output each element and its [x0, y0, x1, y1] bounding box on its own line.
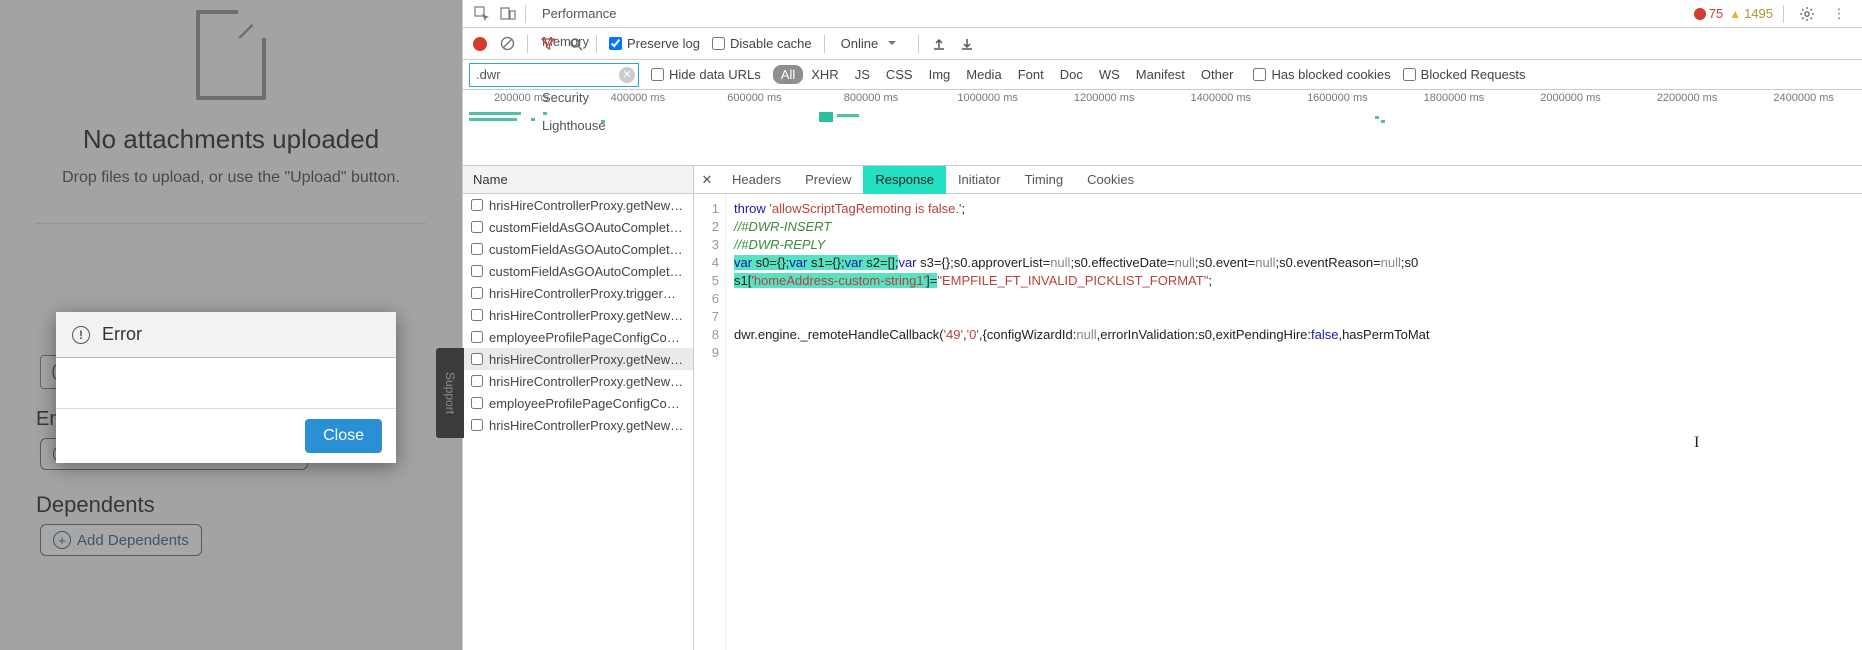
- timeline-tick: 1400000 ms: [1162, 92, 1279, 104]
- timeline-tick: 1600000 ms: [1279, 92, 1396, 104]
- filter-input[interactable]: [469, 63, 639, 87]
- filter-pill-ws[interactable]: WS: [1091, 65, 1128, 84]
- devtools-tabbar: ElementsConsoleSourcesNetworkPerformance…: [463, 0, 1862, 28]
- detail-tab-timing[interactable]: Timing: [1013, 166, 1076, 194]
- close-button[interactable]: Close: [305, 419, 382, 453]
- request-row[interactable]: hrisHireControllerProxy.triggerRul...: [463, 282, 693, 304]
- timeline-tick: 2000000 ms: [1512, 92, 1629, 104]
- add-dependents-button[interactable]: + Add Dependents: [40, 524, 202, 556]
- timeline-tick: 1200000 ms: [1046, 92, 1163, 104]
- filter-pill-doc[interactable]: Doc: [1052, 65, 1091, 84]
- devtools-panel: ElementsConsoleSourcesNetworkPerformance…: [462, 0, 1862, 650]
- search-icon[interactable]: [568, 36, 584, 52]
- timeline-tick: 800000 ms: [813, 92, 930, 104]
- add-dependents-label: Add Dependents: [77, 532, 189, 549]
- request-row[interactable]: customFieldAsGOAutoCompleteC...: [463, 260, 693, 282]
- network-toolbar: Preserve log Disable cache Online: [463, 28, 1862, 60]
- support-tab[interactable]: Support: [436, 348, 464, 438]
- network-filter-bar: ✕ Hide data URLs AllXHRJSCSSImgMediaFont…: [463, 60, 1862, 90]
- section-dependents-heading: Dependents: [36, 492, 155, 518]
- clear-icon[interactable]: [499, 36, 515, 52]
- plus-icon: +: [53, 531, 71, 549]
- request-row[interactable]: employeeProfilePageConfigContr...: [463, 326, 693, 348]
- filter-icon[interactable]: [540, 36, 556, 52]
- filter-pill-js[interactable]: JS: [847, 65, 878, 84]
- blocked-requests-checkbox[interactable]: Blocked Requests: [1403, 67, 1526, 82]
- detail-tab-response[interactable]: Response: [863, 166, 946, 194]
- filter-pill-all[interactable]: All: [773, 65, 803, 84]
- close-detail-icon[interactable]: ✕: [694, 172, 720, 188]
- filter-pill-manifest[interactable]: Manifest: [1128, 65, 1193, 84]
- clear-filter-icon[interactable]: ✕: [619, 67, 635, 83]
- request-row[interactable]: hrisHireControllerProxy.getNewPa...: [463, 348, 693, 370]
- request-row[interactable]: customFieldAsGOAutoCompleteC...: [463, 238, 693, 260]
- has-blocked-cookies-checkbox[interactable]: Has blocked cookies: [1253, 67, 1390, 82]
- hide-data-urls-checkbox[interactable]: Hide data URLs: [651, 67, 761, 82]
- devtools-tab-performance[interactable]: Performance: [530, 0, 628, 28]
- timeline-tick: 600000 ms: [696, 92, 813, 104]
- filter-pill-font[interactable]: Font: [1010, 65, 1052, 84]
- filter-pill-xhr[interactable]: XHR: [803, 65, 846, 84]
- request-list-header[interactable]: Name: [463, 166, 693, 194]
- request-row[interactable]: hrisHireControllerProxy.getNewPa...: [463, 370, 693, 392]
- disable-cache-checkbox[interactable]: Disable cache: [712, 36, 812, 51]
- filter-pill-css[interactable]: CSS: [878, 65, 921, 84]
- throttling-select[interactable]: Online: [841, 36, 907, 51]
- request-list: Name hrisHireControllerProxy.getNewPa...…: [463, 166, 694, 650]
- device-toolbar-icon[interactable]: [495, 0, 521, 28]
- record-button[interactable]: [473, 37, 487, 51]
- application-panel: No attachments uploaded Drop files to up…: [0, 0, 462, 650]
- detail-tab-preview[interactable]: Preview: [793, 166, 863, 194]
- timeline-tick: 1000000 ms: [929, 92, 1046, 104]
- timeline-tick: 400000 ms: [580, 92, 697, 104]
- detail-tab-headers[interactable]: Headers: [720, 166, 793, 194]
- modal-title: Error: [102, 324, 142, 345]
- warning-count-badge[interactable]: 1495: [1729, 6, 1773, 21]
- request-detail: ✕ HeadersPreviewResponseInitiatorTimingC…: [694, 166, 1862, 650]
- preserve-log-checkbox[interactable]: Preserve log: [609, 36, 700, 51]
- request-row[interactable]: hrisHireControllerProxy.getNewPa...: [463, 194, 693, 216]
- filter-pill-img[interactable]: Img: [921, 65, 959, 84]
- no-attachments-heading: No attachments uploaded: [36, 124, 426, 155]
- drop-hint-text: Drop files to upload, or use the "Upload…: [36, 167, 426, 189]
- error-modal: ! Error Close: [56, 312, 396, 463]
- detail-tab-initiator[interactable]: Initiator: [946, 166, 1013, 194]
- request-row[interactable]: hrisHireControllerProxy.getNewPa...: [463, 304, 693, 326]
- upload-icon[interactable]: [931, 36, 947, 52]
- timeline-tick: 200000 ms: [463, 92, 580, 104]
- timeline-tick: 1800000 ms: [1396, 92, 1513, 104]
- inspect-element-icon[interactable]: [469, 0, 495, 28]
- line-gutter: 1 2 3 4 5 6 7 8 9: [694, 194, 726, 650]
- request-row[interactable]: hrisHireControllerProxy.getNewPa...: [463, 414, 693, 436]
- request-row[interactable]: customFieldAsGOAutoCompleteC...: [463, 216, 693, 238]
- file-icon: [196, 10, 266, 100]
- filter-pill-media[interactable]: Media: [958, 65, 1009, 84]
- response-body[interactable]: throw 'allowScriptTagRemoting is false.'…: [726, 194, 1430, 650]
- timeline-tick: 2400000 ms: [1745, 92, 1862, 104]
- filter-pill-other[interactable]: Other: [1193, 65, 1242, 84]
- gear-icon[interactable]: [1794, 0, 1820, 28]
- download-icon[interactable]: [959, 36, 975, 52]
- kebab-menu-icon[interactable]: ⋮: [1826, 0, 1852, 28]
- error-count-badge[interactable]: 75: [1694, 6, 1723, 21]
- timeline-tick: 2200000 ms: [1629, 92, 1746, 104]
- exclamation-icon: !: [72, 326, 90, 344]
- detail-tab-cookies[interactable]: Cookies: [1075, 166, 1146, 194]
- network-timeline[interactable]: 200000 ms400000 ms600000 ms800000 ms1000…: [463, 90, 1862, 166]
- request-row[interactable]: employeeProfilePageConfigContr...: [463, 392, 693, 414]
